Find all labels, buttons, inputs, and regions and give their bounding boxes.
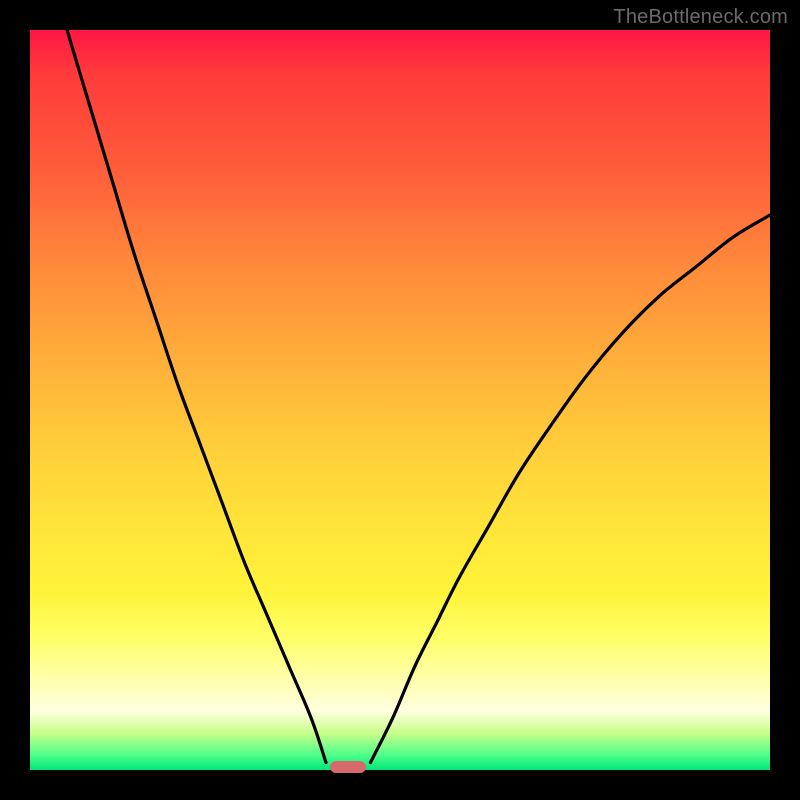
curve-left-branch (67, 30, 326, 763)
chart-frame: TheBottleneck.com (0, 0, 800, 800)
plot-area (30, 30, 770, 770)
optimal-marker (330, 761, 366, 773)
curve-layer (30, 30, 770, 770)
curve-right-branch (370, 215, 770, 763)
watermark-text: TheBottleneck.com (613, 6, 788, 29)
